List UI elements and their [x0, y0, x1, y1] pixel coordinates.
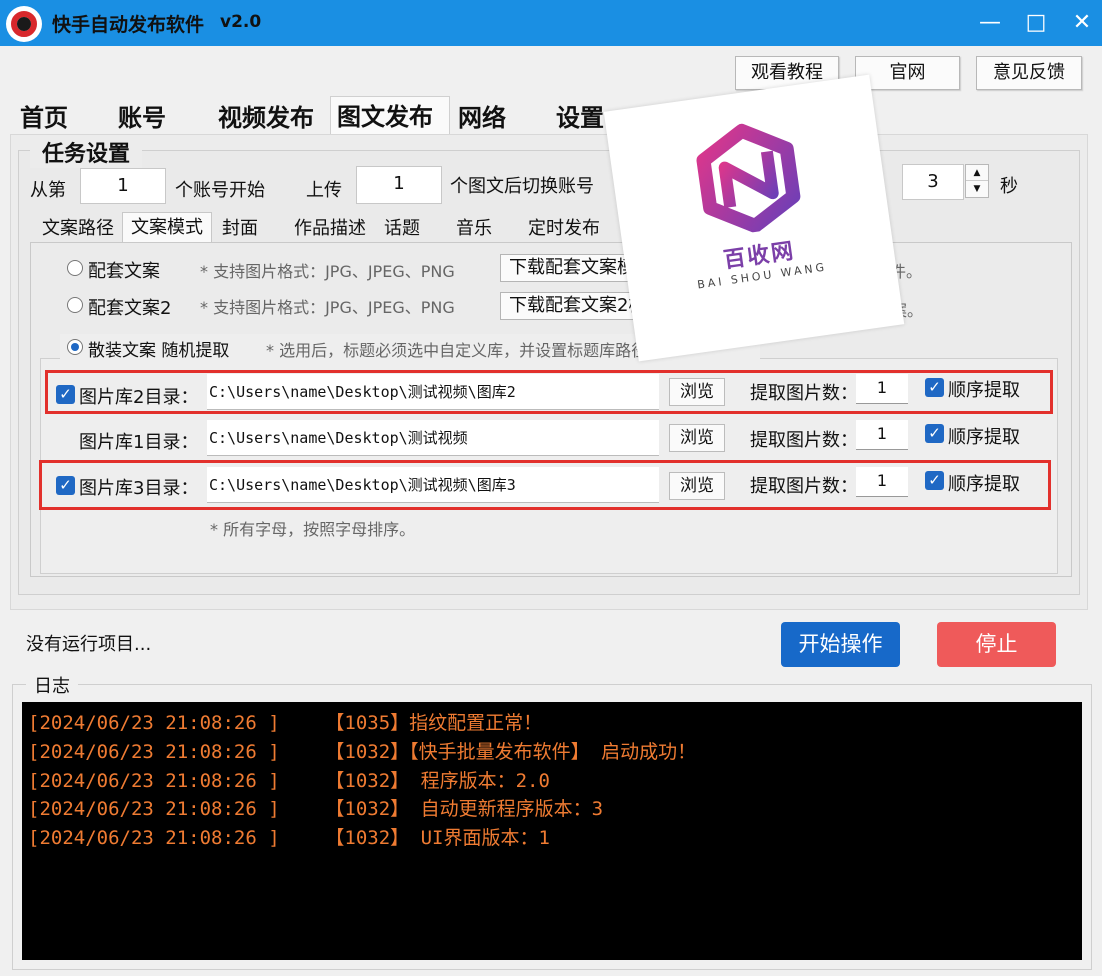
tab-account[interactable]: 账号	[112, 98, 166, 138]
watermark-n-icon	[696, 123, 801, 233]
tab-video-publish[interactable]: 视频发布	[212, 98, 314, 138]
status-text: 没有运行项目...	[26, 634, 152, 655]
log-line: [2024/06/23 21:08:26 ] 【1032】 程序版本：2.0	[28, 770, 550, 792]
interval-spinner[interactable]: ▲ ▼	[965, 164, 989, 198]
spin-up-icon[interactable]: ▲	[966, 165, 988, 181]
library2-browse-button[interactable]: 浏览	[669, 378, 725, 406]
library2-checkbox[interactable]: ✓	[56, 385, 75, 404]
log-panel[interactable]: [2024/06/23 21:08:26 ] 【1035】指纹配置正常！ [20…	[22, 702, 1082, 960]
stop-button[interactable]: 停止	[937, 622, 1056, 667]
switch-count-input[interactable]: 1	[356, 166, 442, 204]
subtab-topic[interactable]: 话题	[376, 214, 428, 244]
spin-down-icon[interactable]: ▼	[966, 181, 988, 197]
library3-order-label: 顺序提取	[948, 474, 1020, 495]
library2-count-input[interactable]: 1	[856, 374, 908, 404]
library-sort-note: * 所有字母，按照字母排序。	[210, 520, 416, 539]
from-label: 从第	[30, 180, 66, 201]
library3-count-input[interactable]: 1	[856, 467, 908, 497]
library1-count-input[interactable]: 1	[856, 420, 908, 450]
log-line: [2024/06/23 21:08:26 ] 【1032】【快手批量发布软件】 …	[28, 741, 697, 763]
subtab-copy-path[interactable]: 文案路径	[34, 214, 122, 244]
library1-order-label: 顺序提取	[948, 427, 1020, 448]
app-title: 快手自动发布软件	[52, 14, 205, 36]
tab-network[interactable]: 网络	[452, 98, 506, 138]
library1-path-input[interactable]: C:\Users\name\Desktop\测试视频	[207, 420, 659, 456]
loose-copy-label: 散装文案 随机提取	[88, 341, 230, 361]
library3-count-label: 提取图片数：	[750, 476, 858, 497]
matched-copy-label: 配套文案	[88, 261, 160, 282]
library1-order-checkbox[interactable]: ✓	[925, 424, 944, 443]
library2-path-input[interactable]: C:\Users\name\Desktop\测试视频\图库2	[207, 374, 659, 410]
watermark-logo: 百收网 BAI SHOU WANG	[603, 74, 905, 362]
library3-browse-button[interactable]: 浏览	[669, 472, 725, 500]
library2-order-label: 顺序提取	[948, 380, 1020, 401]
library2-label: 图片库2目录：	[79, 387, 199, 408]
feedback-button[interactable]: 意见反馈	[976, 56, 1082, 90]
switch-label: 个图文后切换账号	[450, 176, 594, 197]
start-button[interactable]: 开始操作	[781, 622, 900, 667]
library2-order-checkbox[interactable]: ✓	[925, 378, 944, 397]
log-line: [2024/06/23 21:08:26 ] 【1032】 自动更新程序版本：3	[28, 798, 604, 820]
log-line: [2024/06/23 21:08:26 ] 【1032】 UI界面版本：1	[28, 827, 550, 849]
app-logo-icon	[6, 6, 42, 42]
library3-label: 图片库3目录：	[79, 478, 199, 499]
matched-copy2-hint: * 支持图片格式：JPG、JPEG、PNG	[200, 298, 455, 317]
loose-copy-radio[interactable]	[67, 339, 83, 355]
loose-copy-hint: * 选用后，标题必须选中自定义库，并设置标题库路径。	[266, 341, 664, 360]
seconds-label: 秒	[1000, 176, 1018, 197]
library3-path-input[interactable]: C:\Users\name\Desktop\测试视频\图库3	[207, 467, 659, 503]
subtab-music[interactable]: 音乐	[448, 214, 500, 244]
subtab-cover[interactable]: 封面	[214, 214, 266, 244]
library3-order-checkbox[interactable]: ✓	[925, 471, 944, 490]
app-version: v2.0	[220, 12, 262, 32]
interval-input[interactable]: 3	[902, 164, 964, 200]
account-start-label: 个账号开始	[175, 180, 265, 201]
tab-settings[interactable]: 设置	[550, 98, 604, 138]
library2-count-label: 提取图片数：	[750, 383, 858, 404]
log-line: [2024/06/23 21:08:26 ] 【1035】指纹配置正常！	[28, 712, 543, 734]
tab-home[interactable]: 首页	[14, 98, 68, 138]
library3-checkbox[interactable]: ✓	[56, 476, 75, 495]
matched-copy2-label: 配套文案2	[88, 298, 172, 319]
library1-browse-button[interactable]: 浏览	[669, 424, 725, 452]
maximize-button[interactable]: □	[1014, 6, 1058, 40]
subtab-schedule[interactable]: 定时发布	[520, 214, 608, 244]
start-account-input[interactable]: 1	[80, 168, 166, 204]
minimize-button[interactable]: —	[968, 6, 1012, 40]
library1-label: 图片库1目录：	[79, 432, 199, 453]
matched-copy2-radio[interactable]	[67, 297, 83, 313]
log-title: 日志	[26, 672, 78, 698]
close-button[interactable]: ✕	[1060, 6, 1102, 40]
subtab-description[interactable]: 作品描述	[286, 214, 374, 244]
matched-copy-radio[interactable]	[67, 260, 83, 276]
tab-image-text-publish[interactable]: 图文发布	[330, 96, 450, 138]
task-settings-title: 任务设置	[30, 136, 143, 168]
library1-count-label: 提取图片数：	[750, 430, 858, 451]
upload-label: 上传	[306, 180, 342, 201]
matched-copy-hint: * 支持图片格式：JPG、JPEG、PNG	[200, 262, 455, 281]
subtab-copy-mode[interactable]: 文案模式	[122, 212, 212, 244]
